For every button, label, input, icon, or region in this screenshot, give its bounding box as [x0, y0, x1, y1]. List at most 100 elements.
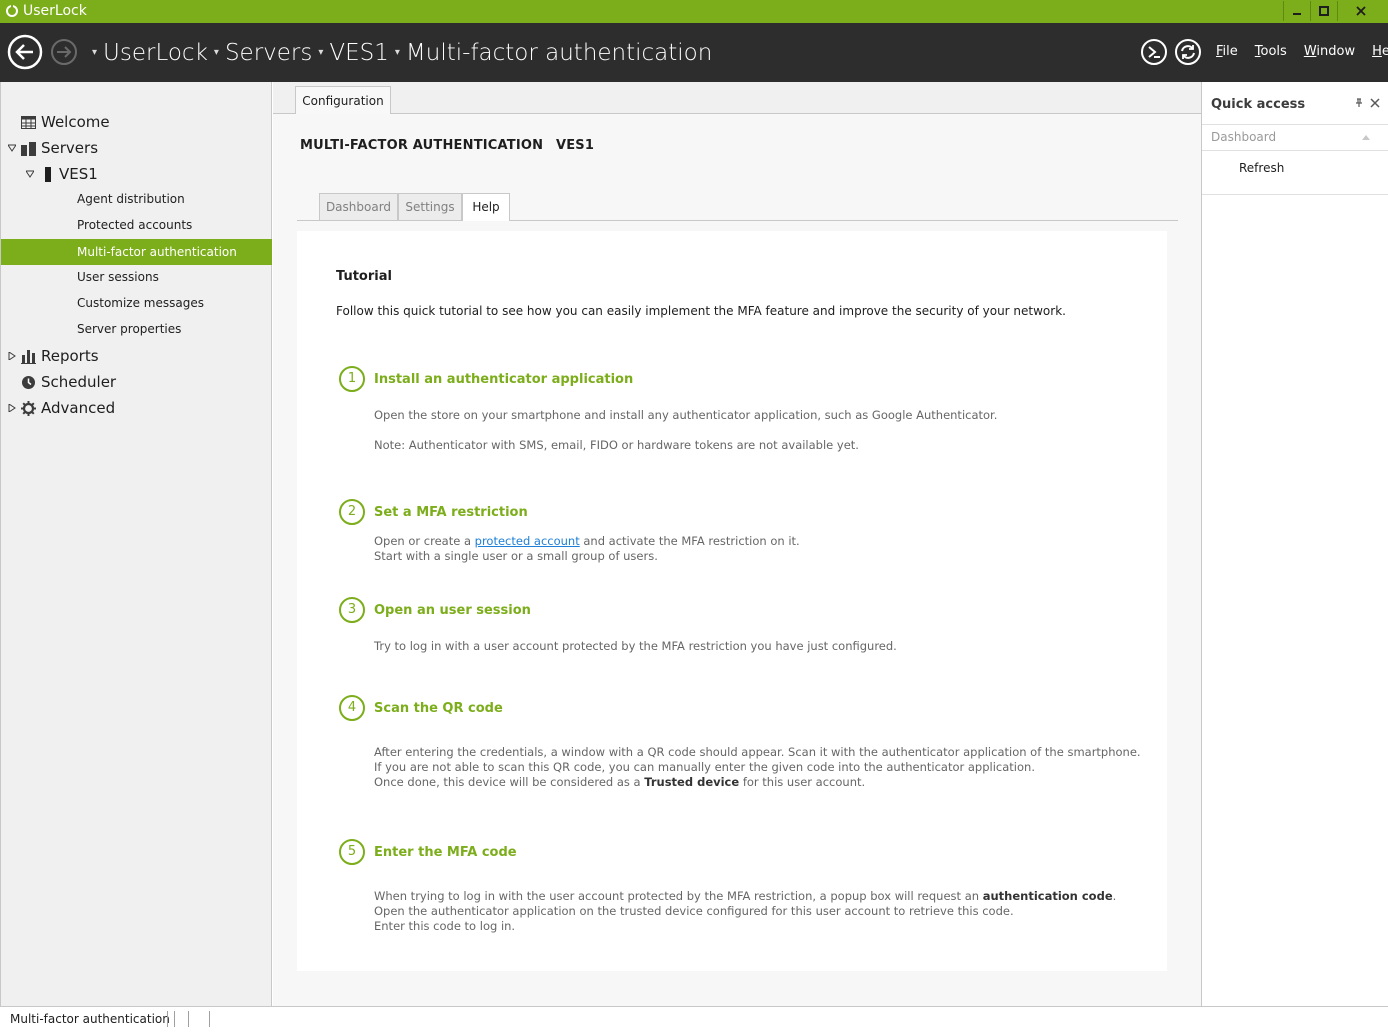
- step-number-badge: 4: [339, 695, 365, 721]
- step-number-badge: 2: [339, 499, 365, 525]
- refresh-icon[interactable]: [1174, 38, 1202, 66]
- nav-label: Advanced: [41, 399, 116, 417]
- status-separator: [174, 1011, 175, 1027]
- main-content: Configuration MULTI-FACTOR AUTHENTICATIO…: [273, 82, 1201, 1006]
- breadcrumb-servers[interactable]: Servers: [225, 38, 312, 68]
- nav-label: Server properties: [77, 322, 182, 336]
- userlock-window: UserLock ▾ UserLock ▾ Servers ▾ VES1 ▾ M…: [0, 0, 1388, 1032]
- collapse-arrow-icon[interactable]: [8, 144, 16, 152]
- grid-icon: [21, 116, 36, 129]
- tab-strip-divider: [273, 113, 1201, 114]
- nav-label: Welcome: [41, 113, 110, 131]
- nav-item-protected-accounts[interactable]: Protected accounts: [1, 214, 272, 236]
- nav-item-servers[interactable]: Servers: [1, 137, 272, 159]
- page-title-prefix: MULTI-FACTOR AUTHENTICATION: [300, 138, 544, 153]
- breadcrumb-userlock[interactable]: UserLock: [103, 38, 208, 68]
- step-title: Set a MFA restriction: [374, 505, 528, 520]
- userlock-logo-icon: [6, 5, 18, 17]
- step-text-bold: Trusted device: [644, 775, 740, 789]
- step-title: Scan the QR code: [374, 701, 503, 716]
- step-text: Once done, this device will be considere…: [374, 775, 865, 790]
- menu-help-rest: elp: [1381, 44, 1388, 59]
- nav-item-customize-messages[interactable]: Customize messages: [1, 292, 272, 314]
- nav-item-agent-distribution[interactable]: Agent distribution: [1, 188, 272, 210]
- title-bar: UserLock: [0, 0, 1388, 23]
- breadcrumb-separator: ▾: [318, 47, 324, 58]
- close-icon[interactable]: [1370, 98, 1380, 108]
- step-text: Note: Authenticator with SMS, email, FID…: [374, 438, 859, 452]
- breadcrumb-server[interactable]: VES1: [329, 38, 389, 68]
- nav-item-reports[interactable]: Reports: [1, 345, 272, 367]
- step-text-bold: authentication code: [982, 889, 1113, 903]
- subtab-settings[interactable]: Settings: [398, 193, 462, 220]
- menu-file-rest: ile: [1222, 44, 1238, 59]
- step-text-part: Once done, this device will be considere…: [374, 775, 645, 789]
- tutorial-title: Tutorial: [336, 269, 392, 284]
- step-title: Open an user session: [374, 603, 531, 618]
- nav-item-ves1[interactable]: VES1: [1, 163, 272, 185]
- close-icon: [1355, 6, 1366, 16]
- status-separator: [188, 1011, 189, 1027]
- nav-label: Multi-factor authentication: [77, 245, 237, 259]
- expand-arrow-icon[interactable]: [8, 352, 16, 360]
- quick-access-refresh[interactable]: Refresh: [1239, 161, 1284, 175]
- powershell-icon[interactable]: [1140, 38, 1168, 66]
- breadcrumb-separator: ▾: [92, 47, 98, 58]
- pin-icon[interactable]: [1354, 98, 1364, 108]
- nav-item-server-properties[interactable]: Server properties: [1, 318, 272, 340]
- clock-icon: [22, 376, 35, 389]
- step-text: If you are not able to scan this QR code…: [374, 760, 1035, 774]
- forward-icon[interactable]: [50, 38, 78, 66]
- menu-file[interactable]: File: [1216, 43, 1238, 61]
- step-text-part: for this user account.: [739, 775, 866, 789]
- quick-access-title: Quick access: [1211, 97, 1306, 112]
- menu-tools[interactable]: Tools: [1255, 43, 1287, 61]
- step-text: Try to log in with a user account protec…: [374, 639, 897, 653]
- back-icon[interactable]: [7, 34, 43, 70]
- nav-label: Customize messages: [77, 296, 204, 310]
- menu-window[interactable]: Window: [1304, 43, 1355, 61]
- menu-bar: File Tools Window Help: [1216, 43, 1388, 61]
- minimize-button[interactable]: [1283, 1, 1309, 21]
- step-text-part: .: [1112, 889, 1117, 903]
- nav-item-scheduler[interactable]: Scheduler: [1, 371, 272, 393]
- maximize-button[interactable]: [1310, 1, 1336, 21]
- step-text: Open the authenticator application on th…: [374, 904, 1014, 918]
- page-title: MULTI-FACTOR AUTHENTICATION VES1: [300, 138, 602, 153]
- nav-item-multi-factor-authentication[interactable]: Multi-factor authentication: [1, 239, 272, 265]
- step-text: Open or create a protected account and a…: [374, 534, 800, 549]
- nav-item-welcome[interactable]: Welcome: [1, 111, 272, 133]
- quick-access-section-dashboard[interactable]: Dashboard: [1202, 124, 1388, 151]
- step-number-badge: 1: [339, 366, 365, 392]
- collapse-up-icon: [1362, 135, 1370, 140]
- nav-label: VES1: [59, 165, 98, 183]
- nav-item-advanced[interactable]: Advanced: [1, 397, 272, 419]
- menu-window-rest: indow: [1316, 44, 1356, 59]
- protected-account-link[interactable]: protected account: [475, 534, 580, 548]
- step-text-part: Open or create a: [374, 534, 475, 548]
- step-text: Start with a single user or a small grou…: [374, 549, 658, 563]
- breadcrumb-page[interactable]: Multi-factor authentication: [406, 38, 712, 68]
- expand-arrow-icon[interactable]: [8, 404, 16, 412]
- status-bar: Multi-factor authentication: [0, 1006, 1388, 1032]
- help-panel: Tutorial Follow this quick tutorial to s…: [297, 231, 1167, 971]
- quick-access-section-label: Dashboard: [1211, 130, 1277, 144]
- step-title: Install an authenticator application: [374, 372, 634, 387]
- menu-help[interactable]: Help: [1372, 43, 1388, 61]
- subtab-dashboard[interactable]: Dashboard: [319, 193, 398, 220]
- app-header: ▾ UserLock ▾ Servers ▾ VES1 ▾ Multi-fact…: [0, 23, 1388, 82]
- subtab-help[interactable]: Help: [462, 193, 510, 221]
- window-title: UserLock: [23, 3, 87, 19]
- tab-configuration[interactable]: Configuration: [295, 86, 391, 114]
- servers-icon: [21, 142, 36, 156]
- nav-label: User sessions: [77, 270, 159, 284]
- step-text: Enter this code to log in.: [374, 919, 516, 933]
- step-number-badge: 5: [339, 839, 365, 865]
- nav-label: Servers: [41, 139, 99, 157]
- gear-icon: [21, 401, 36, 416]
- collapse-arrow-icon[interactable]: [26, 170, 34, 178]
- nav-item-user-sessions[interactable]: User sessions: [1, 266, 272, 288]
- close-button[interactable]: [1337, 1, 1383, 21]
- status-text: Multi-factor authentication: [10, 1012, 170, 1026]
- tutorial-intro: Follow this quick tutorial to see how yo…: [336, 304, 1066, 318]
